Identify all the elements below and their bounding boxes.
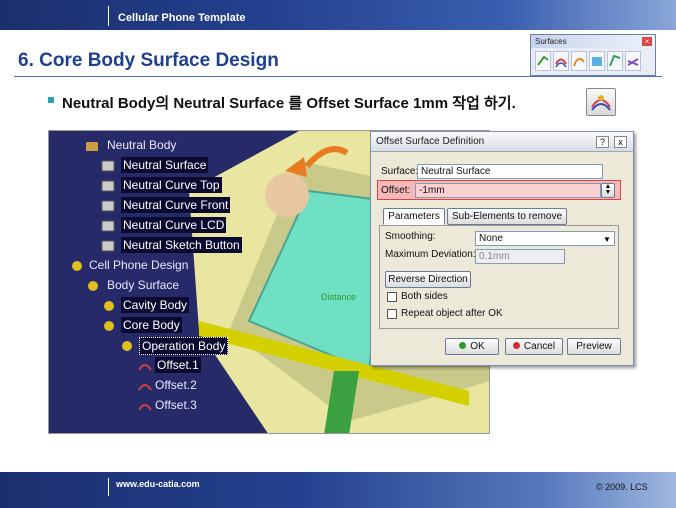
both-sides-label: Both sides <box>401 291 448 302</box>
surface-field[interactable]: Neutral Surface <box>417 164 603 179</box>
tree-item-body-surface[interactable]: Body Surface <box>107 277 179 293</box>
both-sides-checkbox[interactable] <box>387 292 397 302</box>
slide-heading: 6. Core Body Surface Design <box>18 50 279 71</box>
tree-item-neutral-curve-lcd[interactable]: Neutral Curve LCD <box>121 217 227 233</box>
tree-item-offset-1[interactable]: Offset.1 <box>155 357 201 373</box>
surface-node-icon <box>101 160 115 172</box>
tree-item-offset-2[interactable]: Offset.2 <box>155 377 197 393</box>
smoothing-select[interactable]: None <box>475 231 615 246</box>
preview-button[interactable]: Preview <box>567 338 621 355</box>
footer-url[interactable]: www.edu-catia.com <box>116 479 200 489</box>
footer-divider <box>108 478 109 496</box>
smoothing-label: Smoothing: <box>385 231 436 242</box>
ok-icon <box>459 342 467 349</box>
tree-item-cavity-body[interactable]: Cavity Body <box>121 297 190 313</box>
curve-node-icon <box>101 180 115 192</box>
blend-icon[interactable] <box>625 51 641 71</box>
offset-surface-dialog: Offset Surface Definition ? x Surface: N… <box>370 131 634 366</box>
tree-item-neutral-body[interactable]: Neutral Body <box>107 137 176 153</box>
header-bar: Cellular Phone Template <box>0 0 676 30</box>
body-node-icon <box>88 281 98 291</box>
offset-icon[interactable] <box>553 51 569 71</box>
toolbar-close-icon[interactable]: × <box>642 37 652 46</box>
heading-underline-right <box>528 76 662 77</box>
offset-node-icon <box>138 404 152 411</box>
tab-sub-elements[interactable]: Sub-Elements to remove <box>447 208 567 225</box>
offset-node-icon <box>138 384 152 391</box>
distance-label: Distance <box>321 292 357 302</box>
offset-surface-icon <box>586 88 616 116</box>
help-icon[interactable]: ? <box>596 136 609 148</box>
max-deviation-field[interactable]: 0.1mm <box>475 249 565 264</box>
chevron-down-icon: ▼ <box>603 235 611 244</box>
dialog-title: Offset Surface Definition <box>371 132 633 152</box>
header-divider <box>108 6 109 26</box>
footer-bar: www.edu-catia.com <box>0 472 676 508</box>
offset-spinner[interactable]: ▲ ▼ <box>601 183 615 198</box>
body-node-icon <box>104 301 114 311</box>
sketch-node-icon <box>101 240 115 252</box>
max-deviation-label: Maximum Deviation: <box>385 249 476 260</box>
bullet-marker <box>48 97 54 103</box>
curve-node-icon <box>101 200 115 212</box>
tab-parameters[interactable]: Parameters <box>383 208 445 225</box>
tree-item-neutral-surface[interactable]: Neutral Surface <box>121 157 209 173</box>
tree-item-neutral-curve-top[interactable]: Neutral Curve Top <box>121 177 222 193</box>
tree-item-neutral-sketch-button[interactable]: Neutral Sketch Button <box>121 237 242 253</box>
part-node-icon <box>72 261 82 271</box>
loft-icon[interactable] <box>607 51 623 71</box>
cancel-icon <box>512 342 520 349</box>
repeat-checkbox[interactable] <box>387 309 397 319</box>
tree-item-neutral-curve-front[interactable]: Neutral Curve Front <box>121 197 231 213</box>
heading-underline <box>14 76 528 77</box>
toolbar-title: Surfaces <box>531 35 655 48</box>
tree-item-operation-body[interactable]: Operation Body <box>139 337 229 355</box>
extrude-icon[interactable] <box>535 51 551 71</box>
surfaces-toolbar: Surfaces × <box>530 34 656 76</box>
copyright: © 2009. LCS <box>596 482 648 492</box>
fill-icon[interactable] <box>589 51 605 71</box>
body-node-icon <box>104 321 114 331</box>
header-title: Cellular Phone Template <box>118 12 246 24</box>
offset-node-icon <box>138 364 152 371</box>
surface-label: Surface: <box>381 166 419 177</box>
ok-label: OK <box>470 341 485 352</box>
cancel-button[interactable]: Cancel <box>505 338 563 355</box>
tree-node-icon <box>86 142 98 151</box>
offset-field[interactable]: -1mm <box>415 183 601 198</box>
curve-node-icon <box>101 220 115 232</box>
close-icon[interactable]: x <box>614 136 627 148</box>
tree-item-offset-3[interactable]: Offset.3 <box>155 397 197 413</box>
cancel-label: Cancel <box>523 341 556 352</box>
offset-label: Offset: <box>381 185 411 196</box>
instruction-text: Neutral Body의 Neutral Surface 를 Offset S… <box>62 95 516 112</box>
reverse-direction-button[interactable]: Reverse Direction <box>385 271 471 288</box>
tree-item-core-body[interactable]: Core Body <box>121 317 182 333</box>
body-node-icon <box>122 341 132 351</box>
repeat-label: Repeat object after OK <box>401 308 503 319</box>
ok-button[interactable]: OK <box>445 338 499 355</box>
sweep-icon[interactable] <box>571 51 587 71</box>
tree-item-cell-phone-design[interactable]: Cell Phone Design <box>89 257 188 273</box>
